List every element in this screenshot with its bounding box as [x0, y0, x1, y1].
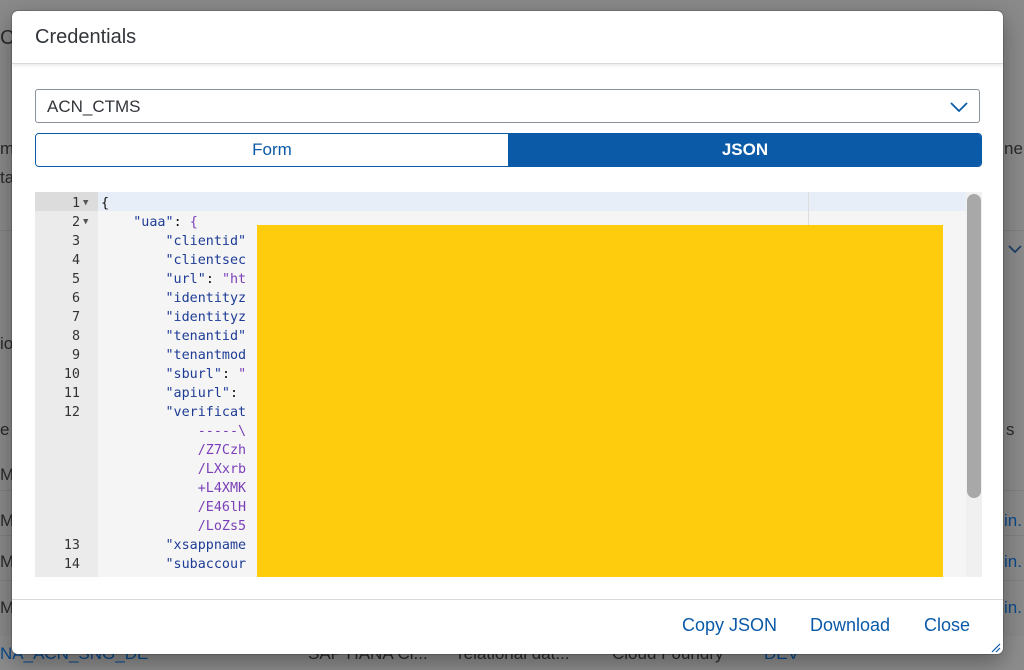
service-key-select[interactable]: ACN_CTMS	[35, 89, 980, 123]
bg-chevron-down-icon	[1008, 245, 1022, 254]
bg-fragment: s	[1006, 420, 1015, 439]
code-text: "subaccour	[165, 557, 247, 572]
code-text: "clientsec	[165, 253, 247, 268]
tab-form[interactable]: Form	[36, 134, 509, 166]
line-number: 8	[71, 329, 80, 344]
line-number: 9	[71, 348, 80, 363]
dialog-footer: Copy JSON Download Close	[12, 599, 1003, 654]
tab-json[interactable]: JSON	[509, 134, 981, 166]
redaction-block	[257, 225, 943, 577]
line-number: 1	[71, 196, 80, 211]
code-text: "apiurl":	[165, 386, 247, 401]
code-text: /LXxrb	[101, 462, 247, 477]
code-text: /E46lH	[101, 500, 247, 515]
resize-handle-icon[interactable]	[991, 643, 1001, 653]
code-text: "url": "ht	[165, 272, 247, 287]
line-number: 4	[71, 253, 80, 268]
line-number: 5	[71, 272, 80, 287]
dialog-title: Credentials	[35, 26, 137, 48]
credentials-dialog: Credentials ACN_CTMS Form JSON 1 ▼ {2 ▼ "ua…	[12, 11, 1003, 654]
code-text: -----\	[101, 424, 247, 439]
code-text: "identityz	[165, 310, 247, 325]
fold-toggle-icon[interactable]: ▼	[83, 213, 88, 232]
chevron-down-icon[interactable]	[949, 98, 969, 116]
code-text: "xsappname	[165, 538, 247, 553]
code-text: "tenantid"	[165, 329, 247, 344]
bg-fragment: in.	[1004, 511, 1022, 530]
code-text: "clientid"	[165, 234, 247, 249]
editor-scrollbar-thumb[interactable]	[967, 194, 981, 498]
code-text: "verificat	[165, 405, 247, 420]
download-button[interactable]: Download	[810, 615, 890, 636]
line-number: 15	[35, 574, 80, 577]
code-text: "identityz	[165, 291, 247, 306]
code-text: "sburl": "	[165, 367, 247, 382]
bg-fragment: ner	[1004, 139, 1024, 158]
code-text: /LoZs5	[101, 519, 247, 534]
code-text: {	[101, 196, 110, 211]
line-number: 6	[71, 291, 80, 306]
copy-json-button[interactable]: Copy JSON	[682, 615, 777, 636]
code-text: +L4XMK	[101, 481, 247, 496]
line-number: 12	[63, 405, 80, 420]
code-line: 1 ▼ {	[35, 194, 965, 213]
line-number: 14	[63, 557, 80, 572]
code-text: "tenantmod	[165, 348, 247, 363]
line-number: 10	[63, 367, 80, 382]
code-text: "uaa": {	[133, 215, 198, 230]
line-number: 7	[71, 310, 80, 325]
select-value: ACN_CTMS	[47, 97, 141, 116]
bg-fragment: e	[0, 420, 10, 439]
line-number: 13	[63, 538, 80, 553]
bg-fragment: in.	[1004, 552, 1022, 571]
line-number: 11	[63, 386, 80, 401]
dialog-header: Credentials	[12, 11, 1003, 64]
close-button[interactable]: Close	[924, 615, 970, 636]
fold-toggle-icon[interactable]: ▼	[83, 194, 88, 213]
bg-fragment: in.	[1004, 598, 1022, 617]
line-number: 2	[71, 215, 80, 230]
code-text: "uaadomain	[101, 574, 247, 577]
view-mode-toggle: Form JSON	[35, 133, 982, 167]
code-text: /Z7Czh	[101, 443, 247, 458]
line-number: 3	[71, 234, 80, 249]
